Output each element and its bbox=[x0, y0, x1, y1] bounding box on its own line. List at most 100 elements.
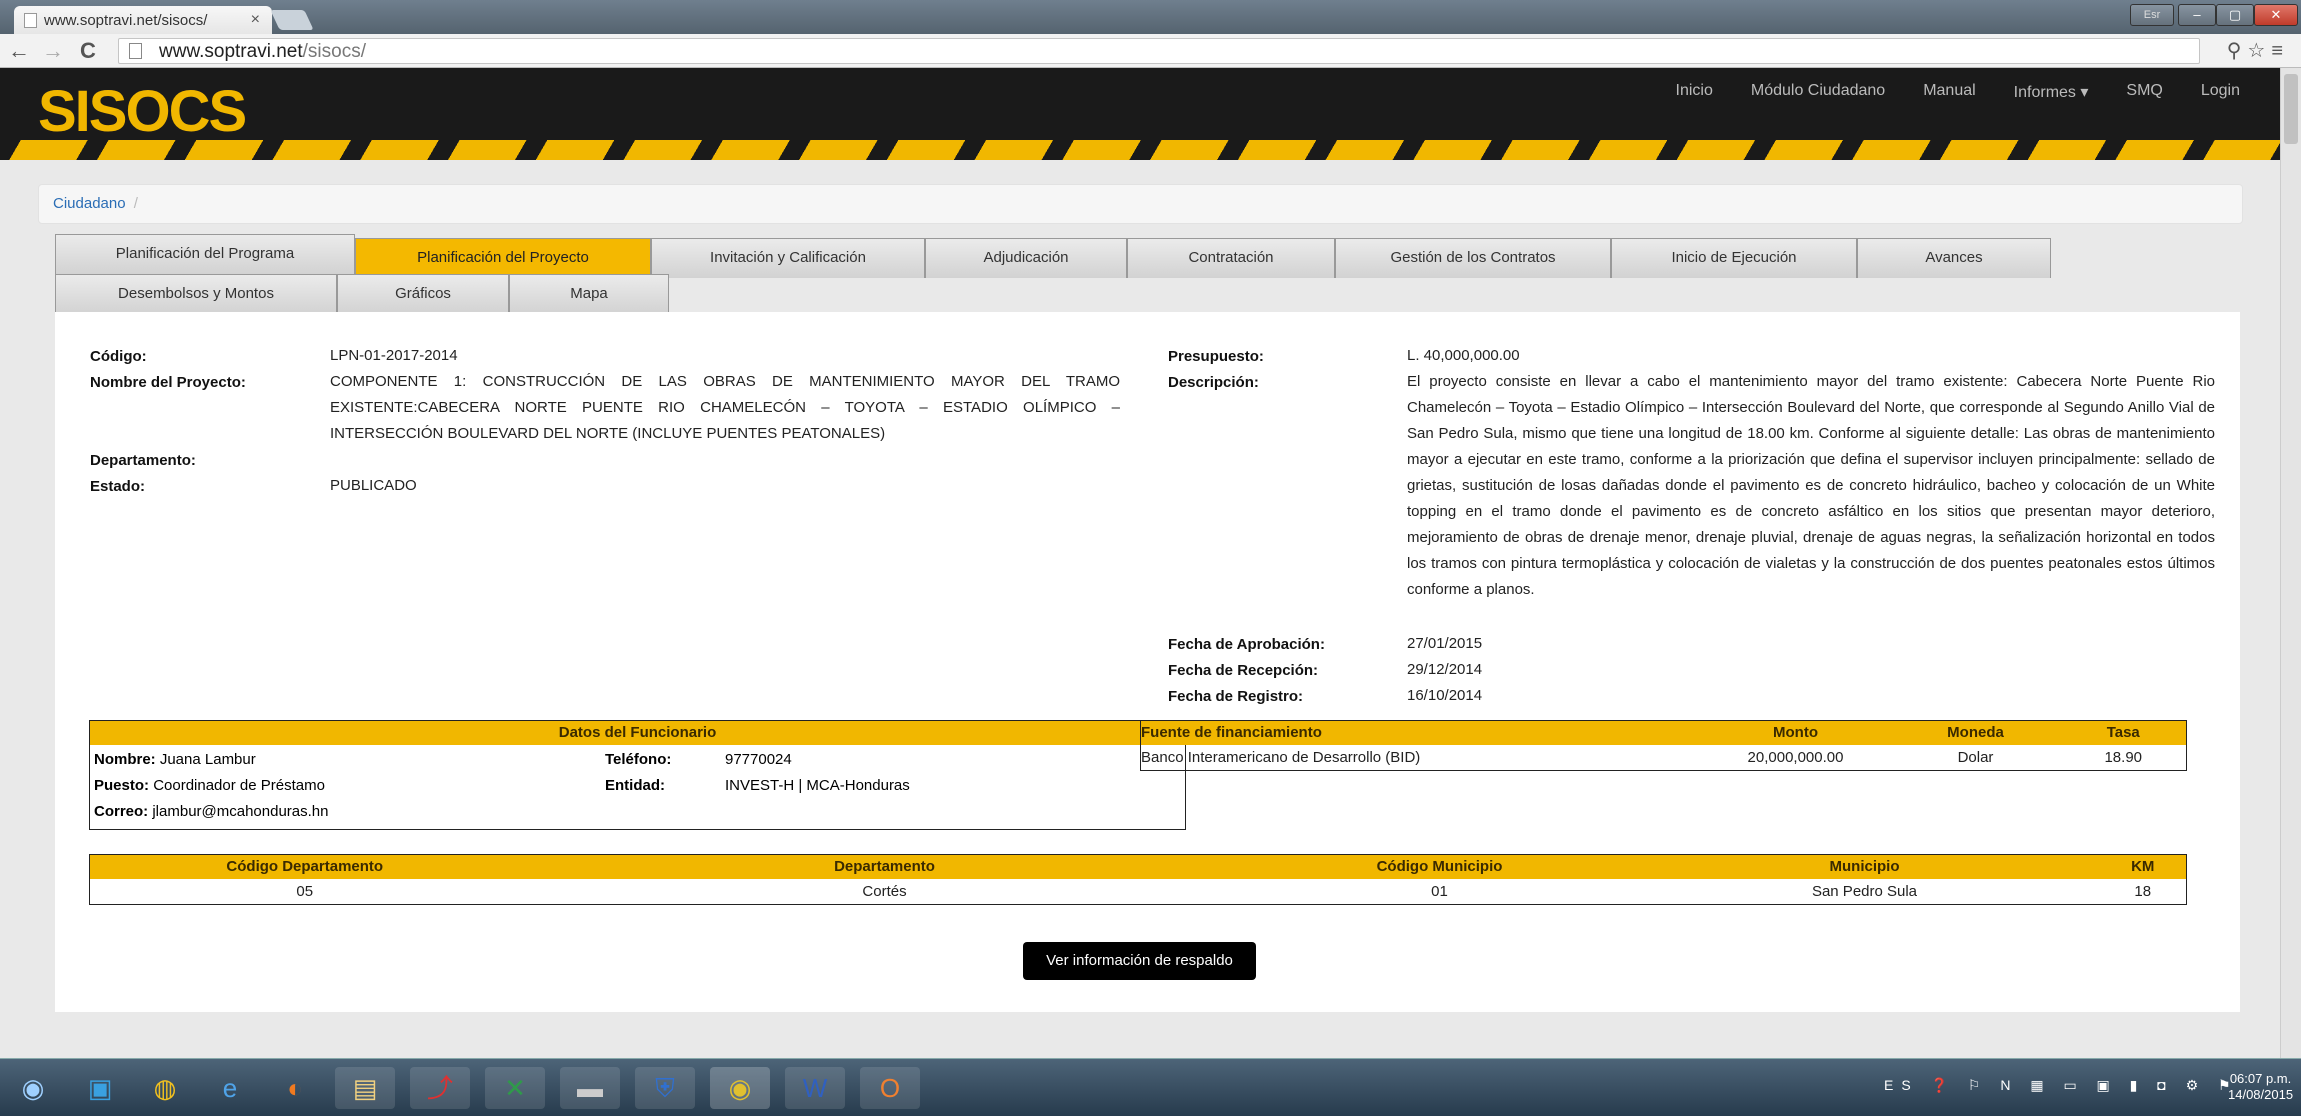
nav-inicio[interactable]: Inicio bbox=[1676, 82, 1713, 102]
maximize-button[interactable]: ▢ bbox=[2216, 4, 2254, 26]
site-header: SISOCS Inicio Módulo Ciudadano Manual In… bbox=[0, 68, 2280, 160]
system-tray[interactable]: ES ❓ ⚐ N ▦ ▭ ▣ ▮ ◘ ⚙ ⚑ bbox=[1884, 1077, 2239, 1094]
table-row: Banco Interamericano de Desarrollo (BID)… bbox=[1141, 745, 2187, 771]
firefox-icon[interactable]: ◐ bbox=[265, 1067, 325, 1109]
table-row: 05 Cortés 01 San Pedro Sula 18 bbox=[90, 879, 2187, 905]
funcionario-entidad-label: Entidad: bbox=[605, 777, 665, 794]
minimize-button[interactable]: – bbox=[2178, 4, 2216, 26]
header-monto: Monto bbox=[1700, 720, 1891, 745]
nav-modulo-ciudadano[interactable]: Módulo Ciudadano bbox=[1751, 82, 1885, 102]
cell-fuente: Banco Interamericano de Desarrollo (BID) bbox=[1141, 748, 1421, 766]
fuente-financiamiento-table: Fuente de financiamiento Monto Moneda Ta… bbox=[1140, 720, 2187, 771]
norton-icon[interactable]: ◍ bbox=[135, 1067, 195, 1109]
url-text: www.soptravi.net/sisocs/ bbox=[159, 41, 366, 62]
header-km: KM bbox=[2099, 854, 2187, 879]
outlook-icon[interactable]: ▣ bbox=[70, 1067, 130, 1109]
fecha-aprobacion-label: Fecha de Aprobación: bbox=[1168, 636, 1325, 653]
word-icon[interactable]: W bbox=[785, 1067, 845, 1109]
funcionario-telefono-value: 97770024 bbox=[725, 751, 792, 768]
close-window-button[interactable]: ✕ bbox=[2254, 4, 2298, 26]
breadcrumb-ciudadano[interactable]: Ciudadano bbox=[53, 195, 126, 212]
header-codigo-departamento: Código Departamento bbox=[89, 854, 520, 879]
cell-monto: 20,000,000.00 bbox=[1747, 748, 1844, 766]
reload-icon[interactable]: C bbox=[80, 38, 96, 64]
new-tab-button[interactable] bbox=[270, 10, 314, 30]
tab-invitacion-calificacion[interactable]: Invitación y Calificación bbox=[651, 238, 925, 278]
estado-value: PUBLICADO bbox=[330, 477, 417, 494]
tab-inicio-ejecucion[interactable]: Inicio de Ejecución bbox=[1611, 238, 1857, 278]
nav-informes[interactable]: Informes ▾ bbox=[2014, 82, 2089, 102]
descripcion-label: Descripción: bbox=[1168, 374, 1259, 391]
windows-taskbar: ◉ ▣ ◍ e ◐ ▤ ⤴ ✕ ▬ ⛨ ◉ W O ES ❓ ⚐ N ▦ ▭ ▣… bbox=[0, 1058, 2301, 1116]
table-header-row: Fuente de financiamiento Monto Moneda Ta… bbox=[1140, 720, 2187, 745]
browser-menu-icons[interactable]: ⚲☆≡ bbox=[2227, 38, 2289, 63]
cell-codigo-municipio: 01 bbox=[1431, 882, 1448, 900]
excel-icon[interactable]: ✕ bbox=[485, 1067, 545, 1109]
chrome-icon[interactable]: ◉ bbox=[710, 1067, 770, 1109]
codigo-label: Código: bbox=[90, 348, 147, 365]
tab-close-icon[interactable]: × bbox=[251, 11, 260, 29]
funcionario-puesto: Puesto: Coordinador de Préstamo bbox=[94, 777, 325, 794]
browser-title-bar: www.soptravi.net/sisocs/ × Esr – ▢ ✕ bbox=[0, 0, 2301, 34]
descripcion-value: El proyecto consiste en llevar a cabo el… bbox=[1407, 373, 2215, 598]
tab-avances[interactable]: Avances bbox=[1857, 238, 2051, 278]
tab-desembolsos-montos[interactable]: Desembolsos y Montos bbox=[55, 274, 337, 314]
nav-manual[interactable]: Manual bbox=[1923, 82, 1975, 102]
cell-municipio: San Pedro Sula bbox=[1811, 882, 1918, 900]
presupuesto-value: L. 40,000,000.00 bbox=[1407, 347, 1520, 364]
header-moneda: Moneda bbox=[1890, 720, 2061, 745]
file-explorer-icon[interactable]: ▤ bbox=[335, 1067, 395, 1109]
departamento-label: Departamento: bbox=[90, 452, 196, 469]
codigo-value: LPN-01-2017-2014 bbox=[330, 347, 458, 364]
breadcrumb: Ciudadano / bbox=[38, 184, 2243, 224]
ver-respaldo-button[interactable]: Ver información de respaldo bbox=[1023, 942, 1256, 980]
outlook-app-icon[interactable]: O bbox=[860, 1067, 920, 1109]
page-scrollbar[interactable] bbox=[2280, 68, 2301, 1058]
back-arrow-icon[interactable]: ← bbox=[8, 38, 30, 64]
funcionario-telefono-label: Teléfono: bbox=[605, 751, 672, 768]
estado-label: Estado: bbox=[90, 478, 146, 495]
terminal-icon[interactable]: ▬ bbox=[560, 1067, 620, 1109]
tab-graficos[interactable]: Gráficos bbox=[337, 274, 509, 314]
sisocs-logo[interactable]: SISOCS bbox=[38, 78, 247, 145]
page-icon bbox=[24, 13, 37, 28]
tab-gestion-contratos[interactable]: Gestión de los Contratos bbox=[1335, 238, 1611, 278]
language-indicator[interactable]: Esr bbox=[2130, 4, 2174, 26]
page-icon bbox=[129, 43, 142, 59]
scrollbar-thumb[interactable] bbox=[2284, 74, 2298, 144]
acrobat-icon[interactable]: ⤴ bbox=[410, 1067, 470, 1109]
tab-planificacion-proyecto[interactable]: Planificación del Proyecto bbox=[355, 238, 651, 278]
table-header-row: Código Departamento Departamento Código … bbox=[89, 854, 2187, 879]
taskbar-clock[interactable]: 06:07 p.m. 14/08/2015 bbox=[2228, 1071, 2293, 1103]
fecha-registro-label: Fecha de Registro: bbox=[1168, 688, 1304, 705]
project-detail-panel: Código: LPN-01-2017-2014 Nombre del Proy… bbox=[55, 312, 2240, 1012]
fecha-recepcion-value: 29/12/2014 bbox=[1407, 661, 1483, 678]
funcionario-title: Datos del Funcionario bbox=[90, 721, 1185, 745]
header-municipio: Municipio bbox=[1629, 854, 2100, 879]
top-navigation: Inicio Módulo Ciudadano Manual Informes … bbox=[1676, 82, 2241, 102]
tab-contratacion[interactable]: Contratación bbox=[1127, 238, 1335, 278]
nav-smq[interactable]: SMQ bbox=[2126, 82, 2162, 102]
cell-km: 18 bbox=[2134, 882, 2152, 900]
nombre-proyecto-value: COMPONENTE 1: CONSTRUCCIÓN DE LAS OBRAS … bbox=[330, 373, 1120, 442]
header-fuente: Fuente de financiamiento bbox=[1140, 720, 1701, 745]
url-input[interactable]: www.soptravi.net/sisocs/ bbox=[118, 38, 2200, 64]
fecha-aprobacion-value: 27/01/2015 bbox=[1407, 635, 1483, 652]
nombre-proyecto-label: Nombre del Proyecto: bbox=[90, 374, 246, 391]
tab-planificacion-programa[interactable]: Planificación del Programa bbox=[55, 234, 355, 274]
departamento-table: Código Departamento Departamento Código … bbox=[89, 854, 2187, 905]
tab-title: www.soptravi.net/sisocs/ bbox=[44, 11, 208, 29]
start-button-icon[interactable]: ◉ bbox=[8, 1067, 58, 1109]
browser-tab[interactable]: www.soptravi.net/sisocs/ × bbox=[14, 6, 272, 34]
breadcrumb-separator: / bbox=[133, 195, 138, 212]
tab-mapa[interactable]: Mapa bbox=[509, 274, 669, 314]
fecha-recepcion-label: Fecha de Recepción: bbox=[1168, 662, 1319, 679]
nav-login[interactable]: Login bbox=[2201, 82, 2240, 102]
shield-app-icon[interactable]: ⛨ bbox=[635, 1067, 695, 1109]
tab-adjudicacion[interactable]: Adjudicación bbox=[925, 238, 1127, 278]
header-codigo-municipio: Código Municipio bbox=[1249, 854, 1630, 879]
internet-explorer-icon[interactable]: e bbox=[200, 1067, 260, 1109]
address-bar-row: ← → C www.soptravi.net/sisocs/ ⚲☆≡ bbox=[0, 34, 2301, 68]
forward-arrow-icon[interactable]: → bbox=[42, 38, 64, 64]
clock-date: 14/08/2015 bbox=[2228, 1087, 2294, 1102]
